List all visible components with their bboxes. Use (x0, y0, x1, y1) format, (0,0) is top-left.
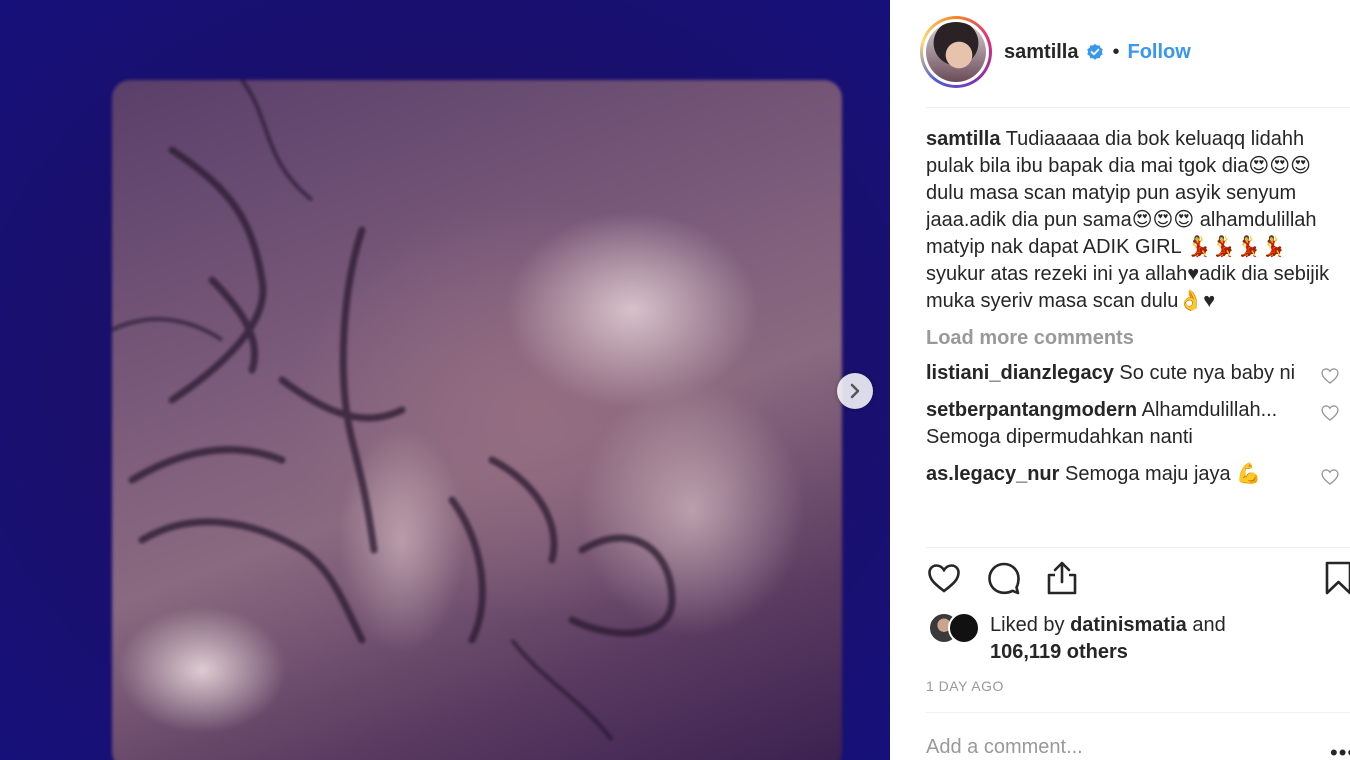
comments-divider (926, 547, 1350, 548)
follow-button[interactable]: Follow (1128, 41, 1191, 64)
post-author-username[interactable]: samtilla (1004, 41, 1078, 64)
like-comment-heart-icon[interactable] (1320, 366, 1340, 386)
profile-picture (926, 22, 986, 82)
likes-text: Liked by datinismatia and 106,119 others (990, 612, 1226, 666)
comment-username[interactable]: listiani_dianzlegacy (926, 362, 1114, 384)
header-divider (926, 107, 1350, 108)
separator-dot: • (1112, 40, 1120, 63)
comment-username[interactable]: setberpantangmodern (926, 399, 1137, 421)
heart-icon[interactable] (926, 560, 962, 596)
comment-icon[interactable] (986, 560, 1022, 596)
like-comment-heart-icon[interactable] (1320, 467, 1340, 487)
comment-item: listiani_dianzlegacy So cute nya baby ni (926, 360, 1340, 387)
post-sidebar: samtilla • Follow samtilla Tudiaaaaa dia… (890, 0, 1350, 760)
post-photo[interactable] (0, 0, 890, 760)
avatar[interactable] (920, 16, 992, 88)
caption-username[interactable]: samtilla (926, 128, 1000, 150)
footer-divider (926, 712, 1350, 713)
liker-avatars (926, 612, 986, 644)
comment-username[interactable]: as.legacy_nur (926, 463, 1059, 485)
load-more-comments-button[interactable]: Load more comments (926, 327, 1340, 350)
bookmark-icon[interactable] (1324, 560, 1350, 596)
post-header: samtilla • Follow (920, 14, 1340, 90)
avatar (948, 612, 980, 644)
comment-text: Semoga maju jaya 💪 (1064, 463, 1262, 485)
comment-text: So cute nya baby ni (1119, 362, 1296, 384)
add-comment-input[interactable]: Add a comment... (926, 736, 1083, 759)
caption-text: Tudiaaaaa dia bok keluaqq lidahh pulak b… (926, 128, 1330, 312)
verified-icon (1087, 43, 1104, 60)
chevron-right-icon (850, 383, 860, 399)
share-icon[interactable] (1044, 560, 1080, 596)
likes-conjunction: and (1192, 614, 1226, 636)
post-timestamp[interactable]: 1 DAY AGO (926, 678, 1004, 694)
more-options-icon[interactable]: ••• (1330, 740, 1350, 760)
comment-item: setberpantangmodern Alhamdulillah... Sem… (926, 397, 1340, 451)
post-caption: samtilla Tudiaaaaa dia bok keluaqq lidah… (926, 126, 1340, 315)
likes-summary: Liked by datinismatia and 106,119 others (926, 612, 1340, 668)
liker-username[interactable]: datinismatia (1070, 614, 1187, 636)
likes-count[interactable]: 106,119 others (990, 641, 1128, 663)
likes-prefix: Liked by (990, 614, 1065, 636)
action-bar (926, 560, 1350, 600)
like-comment-heart-icon[interactable] (1320, 403, 1340, 423)
next-photo-button[interactable] (837, 373, 873, 409)
comment-item: as.legacy_nur Semoga maju jaya 💪 (926, 461, 1340, 488)
comments-section[interactable]: samtilla Tudiaaaaa dia bok keluaqq lidah… (926, 126, 1340, 546)
ultrasound-image (112, 80, 842, 760)
